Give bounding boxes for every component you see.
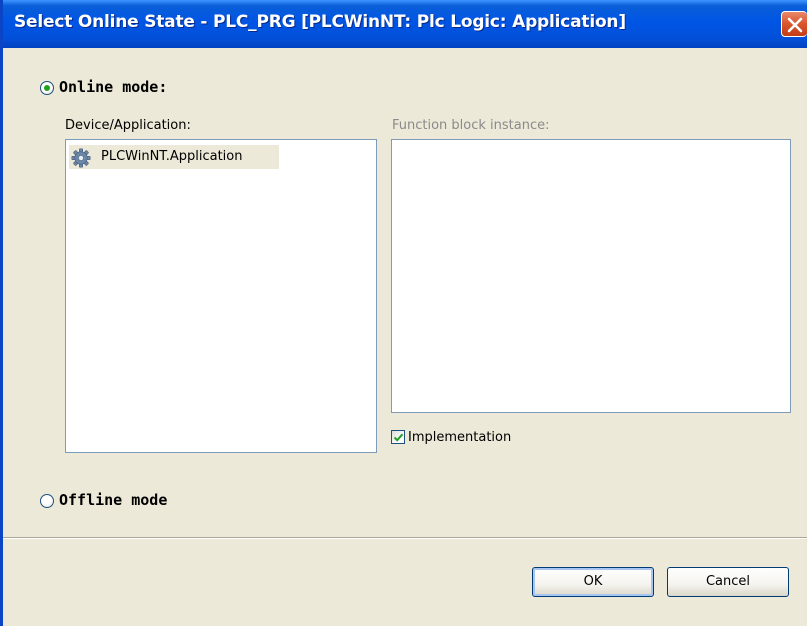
device-application-list[interactable]: PLCWinNT.Application <box>65 139 377 453</box>
dialog-window: Select Online State - PLC_PRG [PLCWinNT:… <box>0 0 807 626</box>
offline-mode-radio[interactable] <box>40 494 54 508</box>
radio-selected-dot <box>44 85 50 91</box>
online-mode-label[interactable]: Online mode: <box>59 78 167 96</box>
gear-icon <box>71 148 91 168</box>
list-item-plcwinnt-application[interactable]: PLCWinNT.Application <box>69 145 279 169</box>
ok-button[interactable]: OK <box>532 567 654 597</box>
offline-mode-label[interactable]: Offline mode <box>59 491 167 509</box>
function-block-instance-label: Function block instance: <box>392 118 550 133</box>
title-bar[interactable]: Select Online State - PLC_PRG [PLCWinNT:… <box>3 0 807 48</box>
function-block-instance-list[interactable] <box>391 139 791 413</box>
implementation-label[interactable]: Implementation <box>408 430 511 445</box>
check-icon <box>393 433 404 442</box>
list-item-label: PLCWinNT.Application <box>101 149 243 164</box>
window-title: Select Online State - PLC_PRG [PLCWinNT:… <box>14 12 626 32</box>
close-button[interactable] <box>781 11 807 37</box>
close-icon <box>787 17 803 33</box>
footer-separator <box>3 537 807 539</box>
cancel-button[interactable]: Cancel <box>667 567 789 597</box>
device-application-label: Device/Application: <box>65 118 191 133</box>
implementation-checkbox[interactable] <box>391 430 405 444</box>
online-mode-radio[interactable] <box>40 81 54 95</box>
